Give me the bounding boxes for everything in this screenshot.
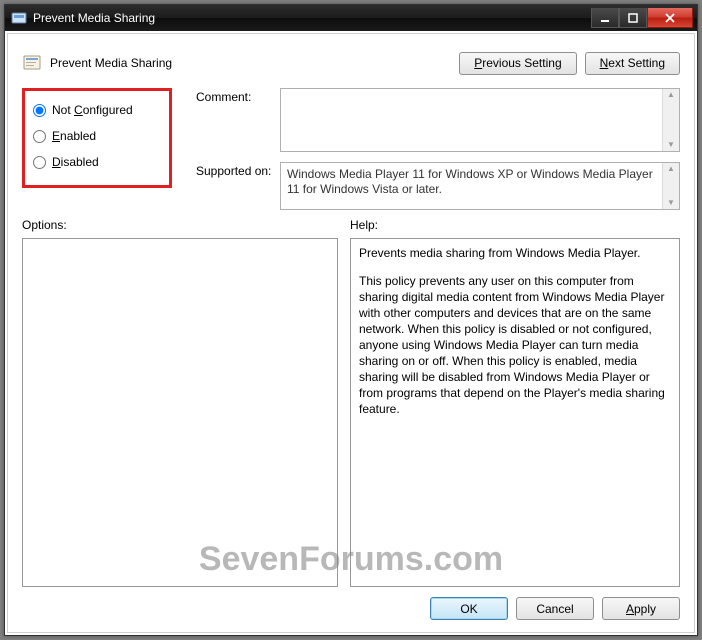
policy-title: Prevent Media Sharing [50, 56, 459, 70]
window-control-buttons [591, 8, 693, 28]
dialog-window: Prevent Media Sharing Prevent Media Shar… [4, 4, 698, 636]
next-setting-button[interactable]: Next Setting [585, 52, 680, 75]
app-icon [11, 10, 27, 26]
ok-button[interactable]: OK [430, 597, 508, 620]
minimize-button[interactable] [591, 8, 619, 28]
apply-button[interactable]: Apply [602, 597, 680, 620]
state-radio-group: Not Configured Enabled Disabled [22, 88, 172, 188]
supported-on-label: Supported on: [196, 162, 276, 178]
help-pane: Prevents media sharing from Windows Medi… [350, 238, 680, 587]
previous-setting-button[interactable]: Previous Setting [459, 52, 576, 75]
help-label: Help: [350, 218, 680, 236]
radio-enabled-input[interactable] [33, 130, 46, 143]
window-title: Prevent Media Sharing [33, 11, 591, 25]
policy-icon [22, 53, 42, 73]
radio-disabled[interactable]: Disabled [31, 149, 163, 175]
comment-label: Comment: [196, 88, 276, 104]
supported-on-text: Windows Media Player 11 for Windows XP o… [287, 167, 653, 196]
supported-scrollbar[interactable]: ▲▼ [662, 163, 679, 209]
radio-not-configured-input[interactable] [33, 104, 46, 117]
close-button[interactable] [647, 8, 693, 28]
radio-not-configured[interactable]: Not Configured [31, 97, 163, 123]
radio-enabled[interactable]: Enabled [31, 123, 163, 149]
comment-textarea[interactable]: ▲▼ [280, 88, 680, 152]
help-text-p1: Prevents media sharing from Windows Medi… [359, 245, 671, 261]
maximize-button[interactable] [619, 8, 647, 28]
client-area: Prevent Media Sharing Previous Setting N… [7, 33, 695, 633]
comment-scrollbar[interactable]: ▲▼ [662, 89, 679, 151]
footer-buttons: OK Cancel Apply [22, 587, 680, 620]
titlebar[interactable]: Prevent Media Sharing [5, 5, 697, 31]
options-label: Options: [22, 218, 338, 236]
radio-disabled-input[interactable] [33, 156, 46, 169]
help-text-p2: This policy prevents any user on this co… [359, 273, 671, 417]
cancel-button[interactable]: Cancel [516, 597, 594, 620]
options-pane [22, 238, 338, 587]
supported-on-box: Windows Media Player 11 for Windows XP o… [280, 162, 680, 210]
